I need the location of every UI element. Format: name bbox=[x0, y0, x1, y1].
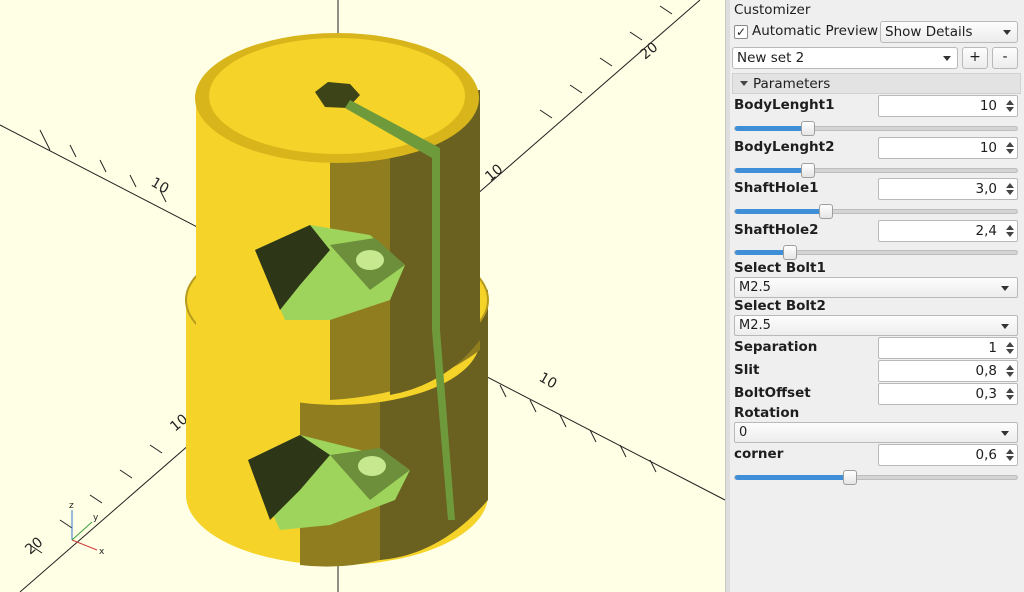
spin-down-icon[interactable] bbox=[1006, 232, 1014, 237]
bodylength2-slider[interactable] bbox=[734, 163, 1018, 178]
spin-up-icon[interactable] bbox=[1006, 183, 1014, 188]
bodylength1-spinbox[interactable]: 10 bbox=[878, 95, 1018, 117]
details-select-value: Show Details bbox=[885, 24, 973, 40]
axis-indicator-y: y bbox=[93, 513, 99, 523]
automatic-preview-checkbox[interactable]: ✓ bbox=[734, 25, 748, 39]
bodylength2-value: 10 bbox=[979, 140, 997, 156]
select-bolt2-label: Select Bolt2 bbox=[734, 298, 826, 314]
shafthole1-value: 3,0 bbox=[975, 181, 997, 197]
spin-up-icon[interactable] bbox=[1006, 365, 1014, 370]
spin-down-icon[interactable] bbox=[1006, 395, 1014, 400]
shafthole2-spinbox[interactable]: 2,4 bbox=[878, 220, 1018, 242]
slit-label: Slit bbox=[734, 362, 760, 378]
spin-up-icon[interactable] bbox=[1006, 225, 1014, 230]
separation-spinbox[interactable]: 1 bbox=[878, 337, 1018, 359]
customizer-title: Customizer bbox=[734, 2, 811, 18]
add-preset-button[interactable]: + bbox=[962, 47, 988, 69]
axis-tick-label: 10 bbox=[482, 161, 506, 185]
bodylength1-label: BodyLenght1 bbox=[734, 97, 835, 113]
axis-tick-label: 10 bbox=[148, 175, 171, 198]
customizer-panel: Customizer ✓ Automatic Preview Show Deta… bbox=[730, 0, 1024, 592]
spin-down-icon[interactable] bbox=[1006, 372, 1014, 377]
slider-fill bbox=[735, 126, 807, 131]
select-bolt1-label: Select Bolt1 bbox=[734, 260, 826, 276]
spin-up-icon[interactable] bbox=[1006, 388, 1014, 393]
3d-viewport[interactable]: 20 10 10 10 10 20 z x y bbox=[0, 0, 725, 592]
axis-indicator-z: z bbox=[69, 501, 74, 511]
slit-value: 0,8 bbox=[975, 363, 997, 379]
spin-down-icon[interactable] bbox=[1006, 107, 1014, 112]
slider-handle[interactable] bbox=[819, 204, 833, 219]
spin-up-icon[interactable] bbox=[1006, 449, 1014, 454]
select-bolt2-dropdown[interactable]: M2.5 bbox=[734, 315, 1018, 336]
bodylength2-label: BodyLenght2 bbox=[734, 139, 835, 155]
chevron-down-icon bbox=[1003, 30, 1011, 35]
shafthole2-label: ShaftHole2 bbox=[734, 222, 819, 238]
corner-label: corner bbox=[734, 446, 784, 462]
chevron-down-icon bbox=[1001, 324, 1009, 329]
details-select[interactable]: Show Details bbox=[880, 21, 1018, 43]
parameters-section-header[interactable]: Parameters bbox=[732, 73, 1021, 94]
collapse-triangle-icon bbox=[740, 81, 748, 86]
shafthole1-spinbox[interactable]: 3,0 bbox=[878, 178, 1018, 200]
slider-handle[interactable] bbox=[801, 163, 815, 178]
select-bolt2-value: M2.5 bbox=[739, 318, 771, 333]
separation-label: Separation bbox=[734, 339, 818, 355]
corner-value: 0,6 bbox=[975, 447, 997, 463]
rotation-label: Rotation bbox=[734, 405, 800, 421]
spin-down-icon[interactable] bbox=[1006, 456, 1014, 461]
render-canvas: 20 10 10 10 10 20 z x y bbox=[0, 0, 725, 592]
boltoffset-spinbox[interactable]: 0,3 bbox=[878, 383, 1018, 405]
rotation-value: 0 bbox=[739, 425, 748, 440]
spin-up-icon[interactable] bbox=[1006, 100, 1014, 105]
slider-handle[interactable] bbox=[801, 121, 815, 136]
corner-slider[interactable] bbox=[734, 470, 1018, 485]
spin-up-icon[interactable] bbox=[1006, 142, 1014, 147]
spin-up-icon[interactable] bbox=[1006, 342, 1014, 347]
boltoffset-value: 0,3 bbox=[975, 386, 997, 402]
slit-spinbox[interactable]: 0,8 bbox=[878, 360, 1018, 382]
spin-down-icon[interactable] bbox=[1006, 190, 1014, 195]
bodylength2-spinbox[interactable]: 10 bbox=[878, 137, 1018, 159]
shafthole1-slider[interactable] bbox=[734, 204, 1018, 219]
slider-fill bbox=[735, 168, 807, 173]
slider-fill bbox=[735, 250, 789, 255]
bodylength1-value: 10 bbox=[979, 98, 997, 114]
slider-fill bbox=[735, 209, 825, 214]
corner-spinbox[interactable]: 0,6 bbox=[878, 444, 1018, 466]
select-bolt1-value: M2.5 bbox=[739, 280, 771, 295]
preset-select-value: New set 2 bbox=[737, 50, 805, 66]
axis-tick-label: 20 bbox=[637, 39, 661, 63]
axis-tick-label: 20 bbox=[22, 534, 46, 558]
axes-indicator: z x y bbox=[69, 501, 105, 557]
bodylength1-slider[interactable] bbox=[734, 121, 1018, 136]
shafthole2-slider[interactable] bbox=[734, 245, 1018, 260]
slider-handle[interactable] bbox=[783, 245, 797, 260]
parameters-header-label: Parameters bbox=[753, 76, 831, 92]
remove-preset-button[interactable]: - bbox=[992, 47, 1018, 69]
rotation-dropdown[interactable]: 0 bbox=[734, 422, 1018, 443]
chevron-down-icon bbox=[1001, 286, 1009, 291]
automatic-preview-label: Automatic Preview bbox=[752, 23, 879, 39]
select-bolt1-dropdown[interactable]: M2.5 bbox=[734, 277, 1018, 298]
slider-fill bbox=[735, 475, 849, 480]
chevron-down-icon bbox=[943, 56, 951, 61]
slider-handle[interactable] bbox=[843, 470, 857, 485]
boltoffset-label: BoltOffset bbox=[734, 385, 811, 401]
shafthole2-value: 2,4 bbox=[975, 223, 997, 239]
chevron-down-icon bbox=[1001, 431, 1009, 436]
shafthole1-label: ShaftHole1 bbox=[734, 180, 819, 196]
axis-tick-label: 10 bbox=[536, 370, 559, 393]
spin-down-icon[interactable] bbox=[1006, 349, 1014, 354]
preset-select[interactable]: New set 2 bbox=[732, 47, 958, 69]
separation-value: 1 bbox=[988, 340, 997, 356]
spin-down-icon[interactable] bbox=[1006, 149, 1014, 154]
axis-indicator-x: x bbox=[99, 547, 105, 557]
